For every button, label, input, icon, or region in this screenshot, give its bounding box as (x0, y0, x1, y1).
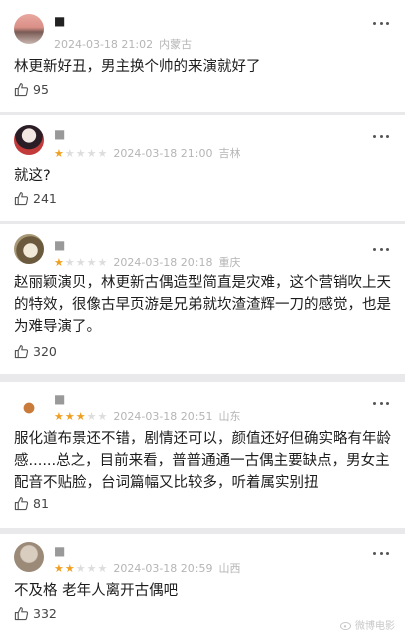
like-count: 241 (33, 191, 57, 206)
comment-card: ■ 2024-03-18 21:02 内蒙古 林更新好丑，男主换个帅的来演就好了… (0, 0, 405, 112)
comment-date: 2024-03-18 20:59 (113, 561, 213, 575)
more-options-icon[interactable] (373, 133, 389, 139)
like-count: 95 (33, 82, 49, 97)
thumbs-up-icon (14, 192, 29, 206)
star-filled-icon: ★ (64, 409, 75, 423)
more-options-icon[interactable] (373, 246, 389, 252)
thumbs-up-icon (14, 497, 29, 511)
star-empty-icon: ★ (75, 146, 86, 160)
star-rating: ★ ★ ★ ★ ★ (54, 147, 107, 160)
star-filled-icon: ★ (54, 146, 64, 160)
star-filled-icon: ★ (54, 255, 64, 269)
star-empty-icon: ★ (86, 255, 97, 269)
star-filled-icon: ★ (64, 561, 75, 575)
comment-meta: ★ ★ ★ ★ ★ 2024-03-18 20:59 山西 (54, 560, 241, 576)
like-button[interactable]: 81 (14, 496, 49, 511)
avatar[interactable] (14, 542, 44, 572)
watermark-text: 微博电影 (355, 621, 395, 632)
star-empty-icon: ★ (97, 561, 108, 575)
thumbs-up-icon (14, 607, 29, 621)
comment-region: 吉林 (218, 147, 241, 160)
star-rating: ★ ★ ★ ★ ★ (54, 410, 107, 423)
more-options-icon[interactable] (373, 400, 389, 406)
comment-card: ■ ★ ★ ★ ★ ★ 2024-03-18 20:51 山东 服化道布景还不错，剧情还… (0, 382, 405, 528)
thumbs-up-icon (14, 345, 29, 359)
star-empty-icon: ★ (75, 561, 86, 575)
star-empty-icon: ★ (75, 255, 86, 269)
star-empty-icon: ★ (86, 561, 97, 575)
like-button[interactable]: 320 (14, 344, 57, 359)
comment-date: 2024-03-18 20:51 (113, 409, 213, 423)
star-empty-icon: ★ (86, 409, 97, 423)
like-count: 320 (33, 344, 57, 359)
more-options-icon[interactable] (373, 20, 389, 26)
comment-region: 山西 (218, 562, 241, 575)
weibo-logo-icon (340, 621, 351, 630)
star-empty-icon: ★ (97, 146, 108, 160)
user-name[interactable]: ■ (54, 14, 66, 28)
star-empty-icon: ★ (97, 255, 108, 269)
like-button[interactable]: 95 (14, 82, 49, 97)
star-rating: ★ ★ ★ ★ ★ (54, 256, 107, 269)
comment-region: 山东 (218, 410, 241, 423)
comment-text: 赵丽颖演贝，林更新古偶造型简直是灾难，这个营销吹上天的特效，很像古早页游是兄弟就… (14, 275, 391, 335)
star-empty-icon: ★ (86, 146, 97, 160)
user-name[interactable]: ■ (54, 544, 66, 558)
comment-region: 内蒙古 (159, 38, 193, 51)
comment-date: 2024-03-18 21:02 (54, 37, 154, 51)
comment-text: 林更新好丑，男主换个帅的来演就好了 (14, 59, 261, 75)
comment-text: 服化道布景还不错，剧情还可以，颜值还好但确实略有年龄感......总之，目前来看… (14, 431, 391, 491)
star-empty-icon: ★ (64, 255, 75, 269)
comment-date: 2024-03-18 21:00 (113, 146, 213, 160)
avatar[interactable] (14, 14, 44, 44)
comment-text: 就这? (14, 168, 51, 184)
comment-text: 不及格 老年人离开古偶吧 (14, 583, 179, 599)
star-empty-icon: ★ (64, 146, 75, 160)
comment-meta: ★ ★ ★ ★ ★ 2024-03-18 21:00 吉林 (54, 145, 241, 161)
comment-date: 2024-03-18 20:18 (113, 255, 213, 269)
comment-meta: 2024-03-18 21:02 内蒙古 (54, 36, 192, 52)
like-button[interactable]: 241 (14, 191, 57, 206)
star-filled-icon: ★ (54, 409, 64, 423)
more-options-icon[interactable] (373, 550, 389, 556)
comment-card: ■ ★ ★ ★ ★ ★ 2024-03-18 20:18 重庆 赵丽颖演贝，林更新古偶造… (0, 224, 405, 374)
watermark: 微博电影 (340, 617, 395, 632)
comment-card: ■ ★ ★ ★ ★ ★ 2024-03-18 21:00 吉林 就这? 241 (0, 115, 405, 221)
star-filled-icon: ★ (75, 409, 86, 423)
star-empty-icon: ★ (97, 409, 108, 423)
user-name[interactable]: ■ (54, 238, 66, 252)
avatar[interactable] (14, 390, 44, 420)
comment-region: 重庆 (218, 256, 241, 269)
star-rating: ★ ★ ★ ★ ★ (54, 562, 107, 575)
thumbs-up-icon (14, 83, 29, 97)
comment-meta: ★ ★ ★ ★ ★ 2024-03-18 20:18 重庆 (54, 254, 241, 270)
like-count: 332 (33, 606, 57, 621)
comment-meta: ★ ★ ★ ★ ★ 2024-03-18 20:51 山东 (54, 408, 241, 424)
star-filled-icon: ★ (54, 561, 64, 575)
like-button[interactable]: 332 (14, 606, 57, 621)
avatar[interactable] (14, 125, 44, 155)
like-count: 81 (33, 496, 49, 511)
avatar[interactable] (14, 234, 44, 264)
user-name[interactable]: ■ (54, 392, 66, 406)
user-name[interactable]: ■ (54, 127, 66, 141)
comment-card: ■ ★ ★ ★ ★ ★ 2024-03-18 20:59 山西 不及格 老年人离开古偶吧… (0, 534, 405, 640)
